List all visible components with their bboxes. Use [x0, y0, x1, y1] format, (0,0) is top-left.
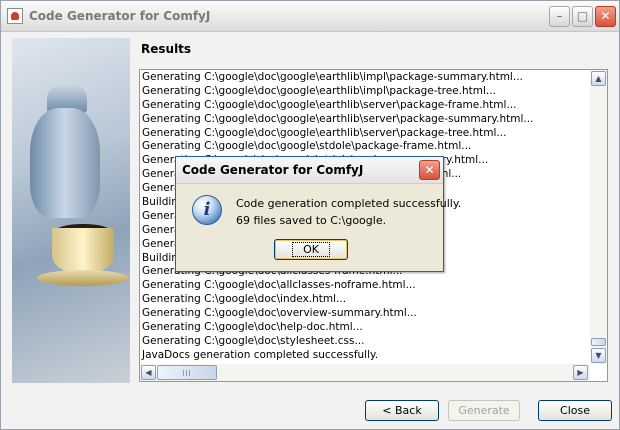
- window-title: Code Generator for ComfyJ: [29, 9, 211, 23]
- horizontal-scrollbar[interactable]: ◀ ▶: [140, 364, 590, 381]
- log-line: Generating C:\google\doc\allclasses-nofr…: [142, 279, 416, 292]
- dialog-title: Code Generator for ComfyJ: [182, 163, 364, 177]
- coffee-pot-illustration: [12, 38, 130, 383]
- pot-body-shape: [30, 108, 100, 218]
- log-line: Generating C:\google\doc\overview-summar…: [142, 307, 417, 320]
- maximize-button[interactable]: □: [572, 6, 593, 27]
- saucer-shape: [37, 270, 129, 286]
- log-line: Generating C:\google\doc\google\stdole\p…: [142, 140, 472, 153]
- log-line: Generating C:\google\doc\google\earthlib…: [142, 98, 517, 111]
- scroll-up-icon[interactable]: ▲: [591, 71, 606, 86]
- log-line: Generating C:\google\doc\google\earthlib…: [142, 71, 523, 83]
- ok-button[interactable]: OK: [274, 239, 348, 260]
- scroll-left-icon[interactable]: ◀: [141, 365, 156, 380]
- generate-button: Generate: [448, 400, 520, 421]
- log-line: Generating C:\google\doc\help-doc.html..…: [142, 321, 363, 334]
- horizontal-scroll-thumb[interactable]: [157, 365, 217, 380]
- log-line: Generating C:\google\doc\google\earthlib…: [142, 126, 507, 139]
- java-app-icon: [7, 8, 23, 24]
- back-button[interactable]: < Back: [365, 400, 439, 421]
- ok-button-label: OK: [292, 242, 330, 257]
- log-line: Generating C:\google\doc\index.html...: [142, 293, 347, 306]
- log-line: JavaDocs generation completed successful…: [142, 348, 379, 361]
- scroll-down-icon[interactable]: ▼: [591, 348, 606, 363]
- log-line: Generating C:\google\doc\stylesheet.css.…: [142, 334, 365, 347]
- main-window: Code Generator for ComfyJ – □ ✕ Results …: [0, 0, 620, 430]
- title-bar[interactable]: Code Generator for ComfyJ – □ ✕: [1, 1, 619, 32]
- vertical-scroll-thumb[interactable]: [591, 338, 606, 346]
- dialog-message-line1: Code generation completed successfully.: [236, 197, 462, 210]
- cup-shape: [52, 228, 114, 273]
- scroll-grip-icon: [183, 369, 191, 376]
- info-icon: i: [192, 195, 222, 225]
- completion-dialog: Code Generator for ComfyJ ✕ i Code gener…: [175, 156, 461, 272]
- minimize-button[interactable]: –: [549, 6, 570, 27]
- scroll-right-icon[interactable]: ▶: [573, 365, 588, 380]
- close-button[interactable]: Close: [538, 400, 612, 421]
- dialog-message-line2: 69 files saved to C:\google.: [236, 214, 387, 227]
- close-window-button[interactable]: ✕: [595, 6, 616, 27]
- results-heading: Results: [141, 42, 192, 56]
- vertical-scrollbar[interactable]: ▲ ▼: [590, 70, 607, 364]
- dialog-close-icon[interactable]: ✕: [419, 160, 440, 180]
- dialog-title-bar[interactable]: Code Generator for ComfyJ ✕: [176, 157, 443, 184]
- log-line: Generating C:\google\doc\google\earthlib…: [142, 84, 496, 97]
- log-line: Generating C:\google\doc\google\earthlib…: [142, 112, 534, 125]
